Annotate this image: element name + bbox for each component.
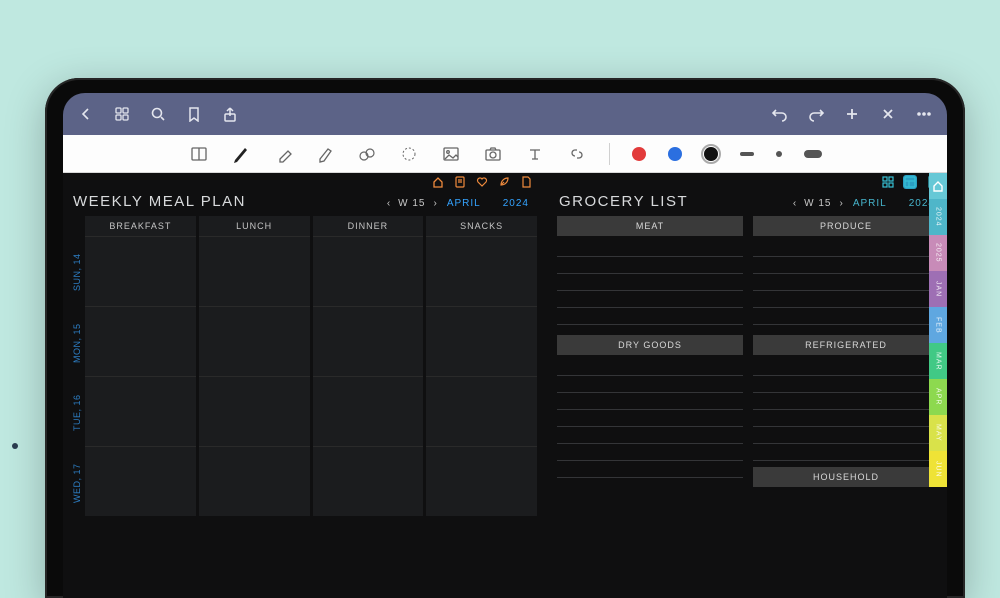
color-swatch-blue[interactable]: [668, 147, 682, 161]
image-tool-icon[interactable]: [441, 144, 461, 164]
meal-row[interactable]: [85, 446, 537, 516]
tablet-frame: WEEKLY MEAL PLAN ‹ W 15 › APRIL 2024: [45, 78, 965, 598]
more-icon[interactable]: [915, 105, 933, 123]
side-tab-JUN[interactable]: JUN: [929, 451, 947, 487]
meal-row[interactable]: [85, 306, 537, 376]
week-prev-icon[interactable]: ‹: [793, 198, 796, 209]
side-tab-FEB[interactable]: FEB: [929, 307, 947, 343]
grid-icon[interactable]: [881, 175, 895, 189]
grocery-minibar: [549, 173, 947, 191]
color-swatch-black[interactable]: [704, 147, 718, 161]
drawing-toolbar: [63, 135, 947, 173]
meal-minibar: [63, 173, 541, 191]
color-swatch-red[interactable]: [632, 147, 646, 161]
meal-col-breakfast: BREAKFAST: [85, 216, 196, 236]
grocery-panel: GROCERY LIST ‹ W 15 › APRIL 2024: [549, 173, 947, 598]
widget-icon[interactable]: [903, 175, 917, 189]
stroke-weight-small[interactable]: [776, 151, 782, 157]
grocery-month[interactable]: APRIL: [853, 198, 887, 209]
search-icon[interactable]: [149, 105, 167, 123]
week-label: W 15: [398, 198, 425, 209]
grocery-section-meat: MEAT: [557, 216, 743, 236]
back-icon[interactable]: [77, 105, 95, 123]
day-label: WED, 17: [69, 448, 85, 518]
lasso-tool-icon[interactable]: [399, 144, 419, 164]
grocery-lines[interactable]: [753, 359, 939, 461]
note-icon[interactable]: [453, 175, 467, 189]
meal-row[interactable]: [85, 236, 537, 306]
home-icon[interactable]: [431, 175, 445, 189]
redo-icon[interactable]: [807, 105, 825, 123]
day-label: SUN, 14: [69, 236, 85, 308]
link-tool-icon[interactable]: [567, 144, 587, 164]
eraser-tool-icon[interactable]: [273, 144, 293, 164]
grocery-lines[interactable]: [557, 359, 743, 478]
side-tab-2024[interactable]: 2024: [929, 199, 947, 235]
week-prev-icon[interactable]: ‹: [387, 198, 390, 209]
day-label: MON, 15: [69, 308, 85, 378]
meal-col-dinner: DINNER: [313, 216, 424, 236]
close-icon[interactable]: [879, 105, 897, 123]
share-icon[interactable]: [221, 105, 239, 123]
meal-month[interactable]: APRIL: [447, 198, 481, 209]
grocery-week-label: W 15: [804, 198, 831, 209]
heart-icon[interactable]: [475, 175, 489, 189]
grocery-header: GROCERY LIST ‹ W 15 › APRIL 2024: [549, 191, 947, 216]
meal-plan-title: WEEKLY MEAL PLAN: [73, 193, 246, 210]
meal-col-snacks: SNACKS: [426, 216, 537, 236]
grocery-lines[interactable]: [753, 240, 939, 325]
meal-col-lunch: LUNCH: [199, 216, 310, 236]
plus-icon[interactable]: [843, 105, 861, 123]
meal-plan-panel: WEEKLY MEAL PLAN ‹ W 15 › APRIL 2024: [63, 173, 549, 598]
meal-row[interactable]: [85, 376, 537, 446]
stroke-weight-large[interactable]: [804, 150, 822, 158]
grocery-section-drygoods: DRY GOODS: [557, 335, 743, 355]
meal-columns-header: BREAKFAST LUNCH DINNER SNACKS: [85, 216, 537, 236]
week-next-icon[interactable]: ›: [840, 198, 843, 209]
bookmark-icon[interactable]: [185, 105, 203, 123]
grocery-section-produce: PRODUCE: [753, 216, 939, 236]
grocery-section-refrigerated: REFRIGERATED: [753, 335, 939, 355]
system-bar: [63, 93, 947, 135]
camera-tool-icon[interactable]: [483, 144, 503, 164]
meal-header: WEEKLY MEAL PLAN ‹ W 15 › APRIL 2024: [63, 191, 541, 216]
content-area: WEEKLY MEAL PLAN ‹ W 15 › APRIL 2024: [63, 173, 947, 598]
grocery-title: GROCERY LIST: [559, 193, 688, 210]
side-tab-MAR[interactable]: MAR: [929, 343, 947, 379]
grocery-lines[interactable]: [557, 240, 743, 325]
pen-tool-icon[interactable]: [231, 144, 251, 164]
leaf-icon[interactable]: [497, 175, 511, 189]
day-labels: SUN, 14 MON, 15 TUE, 16 WED, 17: [69, 216, 85, 598]
week-next-icon[interactable]: ›: [434, 198, 437, 209]
camera-dot: [12, 443, 18, 449]
week-nav: ‹ W 15 ›: [387, 198, 437, 209]
panel-toggle-icon[interactable]: [189, 144, 209, 164]
side-tab-JAN[interactable]: JAN: [929, 271, 947, 307]
stroke-weight-line[interactable]: [740, 152, 754, 156]
side-tab-APR[interactable]: APR: [929, 379, 947, 415]
page-icon[interactable]: [519, 175, 533, 189]
apps-icon[interactable]: [113, 105, 131, 123]
side-tabs: 20242025JANFEBMARAPRMAYJUN: [929, 173, 947, 487]
side-tab-MAY[interactable]: MAY: [929, 415, 947, 451]
toolbar-divider: [609, 143, 610, 165]
shapes-tool-icon[interactable]: [357, 144, 377, 164]
side-tab-home[interactable]: [929, 173, 947, 199]
highlighter-tool-icon[interactable]: [315, 144, 335, 164]
meal-year[interactable]: 2024: [503, 198, 529, 209]
text-tool-icon[interactable]: [525, 144, 545, 164]
grocery-section-household: HOUSEHOLD: [753, 467, 939, 487]
screen: WEEKLY MEAL PLAN ‹ W 15 › APRIL 2024: [63, 93, 947, 598]
undo-icon[interactable]: [771, 105, 789, 123]
day-label: TUE, 16: [69, 378, 85, 448]
side-tab-2025[interactable]: 2025: [929, 235, 947, 271]
